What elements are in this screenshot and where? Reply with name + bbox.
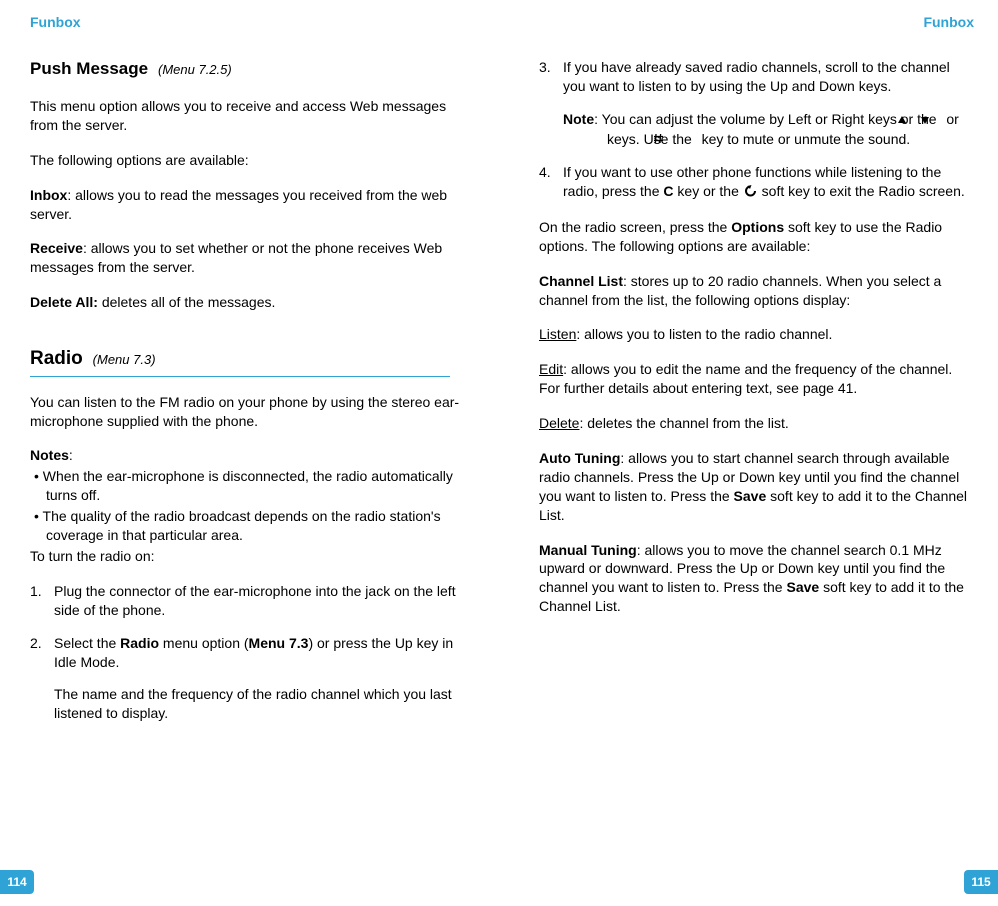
note-d: key to mute or unmute the sound. bbox=[698, 131, 910, 147]
radio-step3-note: Note: You can adjust the volume by Left … bbox=[563, 110, 974, 149]
push-receive-text: : allows you to set whether or not the p… bbox=[30, 240, 442, 275]
page-spread: Funbox Push Message (Menu 7.2.5) This me… bbox=[0, 0, 998, 906]
header-right: Funbox bbox=[539, 14, 974, 30]
channel-list-label: Channel List bbox=[539, 273, 623, 289]
content-left: Push Message (Menu 7.2.5) This menu opti… bbox=[30, 58, 469, 723]
radio-step2-num: 2. bbox=[30, 634, 54, 724]
note-a: : You can adjust the volume by Left or R… bbox=[594, 111, 940, 127]
radio-step3-num: 3. bbox=[539, 58, 563, 149]
push-deleteall: Delete All: deletes all of the messages. bbox=[30, 293, 469, 312]
step4-b: key or the bbox=[674, 183, 743, 199]
radio-step2: 2. Select the Radio menu option (Menu 7.… bbox=[30, 634, 469, 724]
radio-step2-menu: Menu 7.3 bbox=[249, 635, 309, 651]
radio-notes-colon: : bbox=[69, 447, 73, 463]
page-number-left: 114 bbox=[0, 870, 34, 894]
note-label: Note bbox=[563, 111, 594, 127]
push-receive-label: Receive bbox=[30, 240, 83, 256]
radio-note1-text: When the ear-microphone is disconnected,… bbox=[43, 468, 453, 503]
push-message-heading: Push Message (Menu 7.2.5) bbox=[30, 58, 469, 81]
radio-note2-text: The quality of the radio broadcast depen… bbox=[43, 508, 441, 543]
radio-intro: You can listen to the FM radio on your p… bbox=[30, 393, 469, 431]
radio-step4-num: 4. bbox=[539, 163, 563, 202]
radio-step3: 3. If you have already saved radio chann… bbox=[539, 58, 974, 149]
radio-title: Radio bbox=[30, 348, 83, 369]
push-intro: This menu option allows you to receive a… bbox=[30, 97, 469, 135]
radio-step2-body: Select the Radio menu option (Menu 7.3) … bbox=[54, 634, 469, 724]
auto-label: Auto Tuning bbox=[539, 450, 620, 466]
radio-step2-radio: Radio bbox=[120, 635, 159, 651]
push-menu-ref: (Menu 7.2.5) bbox=[158, 62, 232, 77]
onradio-a: On the radio screen, press the bbox=[539, 219, 731, 235]
manual-tuning: Manual Tuning: allows you to move the ch… bbox=[539, 541, 974, 617]
manual-save: Save bbox=[786, 579, 819, 595]
push-title: Push Message bbox=[30, 59, 148, 78]
push-following: The following options are available: bbox=[30, 151, 469, 170]
delete-label: Delete bbox=[539, 415, 579, 431]
radio-step3-body: If you have already saved radio channels… bbox=[563, 58, 974, 149]
radio-step2-sub: The name and the frequency of the radio … bbox=[54, 685, 469, 723]
edit-option: Edit: allows you to edit the name and th… bbox=[539, 360, 974, 398]
manual-label: Manual Tuning bbox=[539, 542, 637, 558]
radio-step4: 4. If you want to use other phone functi… bbox=[539, 163, 974, 202]
on-radio-screen: On the radio screen, press the Options s… bbox=[539, 218, 974, 256]
push-receive: Receive: allows you to set whether or no… bbox=[30, 239, 469, 277]
push-inbox-text: : allows you to read the messages you re… bbox=[30, 187, 447, 222]
auto-tuning: Auto Tuning: allows you to start channel… bbox=[539, 449, 974, 525]
radio-step1-num: 1. bbox=[30, 582, 54, 620]
step4-ckey: C bbox=[663, 183, 673, 199]
radio-step3-text: If you have already saved radio channels… bbox=[563, 59, 950, 94]
step4-c: soft key to exit the Radio screen. bbox=[758, 183, 965, 199]
radio-step3-note-text: Note: You can adjust the volume by Left … bbox=[563, 110, 974, 149]
radio-divider bbox=[30, 376, 450, 377]
radio-step1-body: Plug the connector of the ear-microphone… bbox=[54, 582, 469, 620]
auto-save: Save bbox=[734, 488, 767, 504]
radio-menu-ref: (Menu 7.3) bbox=[93, 352, 156, 367]
page-right: Funbox 3. If you have already saved radi… bbox=[499, 0, 998, 906]
push-deleteall-text: deletes all of the messages. bbox=[98, 294, 275, 310]
radio-step2-a: Select the bbox=[54, 635, 120, 651]
push-inbox: Inbox: allows you to read the messages y… bbox=[30, 186, 469, 224]
listen-label: Listen bbox=[539, 326, 576, 342]
note-b: or bbox=[942, 111, 962, 127]
channel-list: Channel List: stores up to 20 radio chan… bbox=[539, 272, 974, 310]
page-left: Funbox Push Message (Menu 7.2.5) This me… bbox=[0, 0, 499, 906]
onradio-options: Options bbox=[731, 219, 784, 235]
radio-note2: • The quality of the radio broadcast dep… bbox=[30, 507, 469, 545]
delete-option: Delete: deletes the channel from the lis… bbox=[539, 414, 974, 433]
push-deleteall-label: Delete All: bbox=[30, 294, 98, 310]
radio-step4-body: If you want to use other phone functions… bbox=[563, 163, 974, 202]
header-left: Funbox bbox=[30, 14, 469, 30]
radio-notes-label-line: Notes: bbox=[30, 446, 469, 465]
back-arrow-icon bbox=[744, 183, 757, 202]
edit-text: : allows you to edit the name and the fr… bbox=[539, 361, 952, 396]
radio-turnon: To turn the radio on: bbox=[30, 547, 469, 566]
radio-step1: 1. Plug the connector of the ear-microph… bbox=[30, 582, 469, 620]
content-right: 3. If you have already saved radio chann… bbox=[539, 58, 974, 616]
listen-text: : allows you to listen to the radio chan… bbox=[576, 326, 832, 342]
radio-notes-label: Notes bbox=[30, 447, 69, 463]
page-number-right: 115 bbox=[964, 870, 998, 894]
edit-label: Edit bbox=[539, 361, 563, 377]
radio-step2-b: menu option ( bbox=[159, 635, 249, 651]
radio-heading: Radio (Menu 7.3) bbox=[30, 346, 469, 372]
note-c: keys. Use the bbox=[607, 131, 696, 147]
push-inbox-label: Inbox bbox=[30, 187, 67, 203]
radio-note1: • When the ear-microphone is disconnecte… bbox=[30, 467, 469, 505]
listen-option: Listen: allows you to listen to the radi… bbox=[539, 325, 974, 344]
delete-text: : deletes the channel from the list. bbox=[579, 415, 788, 431]
